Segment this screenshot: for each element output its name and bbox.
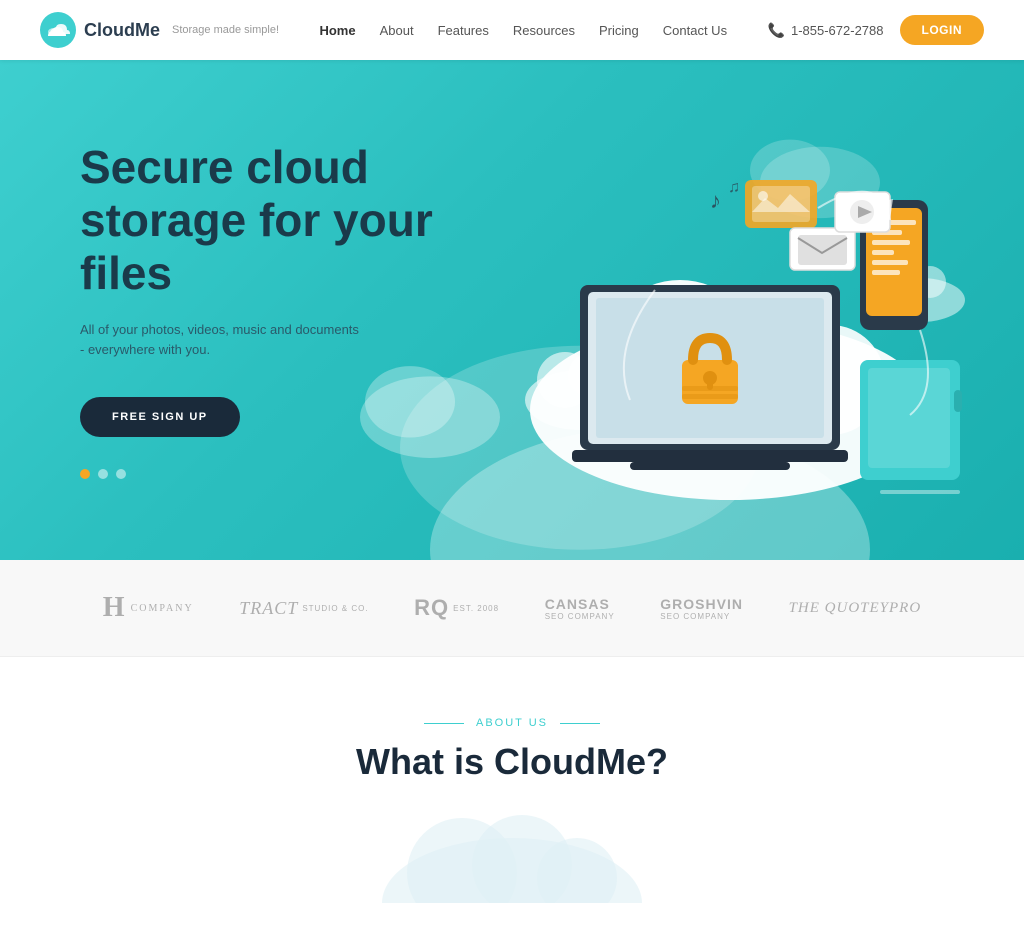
hero-section: Secure cloud storage for your files All …: [0, 60, 1024, 560]
main-nav: Home About Features Resources Pricing Co…: [319, 23, 727, 38]
bottom-cloud: [80, 803, 944, 903]
nav-pricing[interactable]: Pricing: [599, 23, 639, 38]
hero-illustration: ♪ ♫: [500, 120, 944, 500]
hero-dot-2[interactable]: [98, 469, 108, 479]
phone-area: 📞 1-855-672-2788: [768, 22, 884, 39]
about-label: ABOUT US: [80, 717, 944, 729]
logo-tagline: Storage made simple!: [172, 24, 279, 36]
hero-illustration-svg: ♪ ♫: [500, 120, 1020, 500]
cloudme-logo-icon: [40, 12, 76, 48]
partner-logo-rq: RQ EST. 2008: [414, 595, 499, 621]
about-section: ABOUT US What is CloudMe?: [0, 657, 1024, 943]
svg-text:♪: ♪: [710, 188, 721, 213]
hero-dots: [80, 469, 500, 479]
hero-content: Secure cloud storage for your files All …: [80, 141, 500, 479]
logo-name: CloudMe: [84, 20, 160, 41]
header: CloudMe Storage made simple! Home About …: [0, 0, 1024, 60]
hero-subtitle: All of your photos, videos, music and do…: [80, 320, 360, 362]
hero-dot-1[interactable]: [80, 469, 90, 479]
logos-strip: H COMPANY tract STUDIO & CO. RQ EST. 200…: [0, 560, 1024, 657]
hero-dot-3[interactable]: [116, 469, 126, 479]
nav-contact[interactable]: Contact Us: [663, 23, 727, 38]
nav-home[interactable]: Home: [319, 23, 355, 38]
login-button[interactable]: LOGIN: [900, 15, 985, 45]
hero-cta-button[interactable]: FREE SIGN UP: [80, 397, 240, 437]
logo-area: CloudMe Storage made simple!: [40, 12, 279, 48]
hero-title: Secure cloud storage for your files: [80, 141, 500, 300]
header-right: 📞 1-855-672-2788 LOGIN: [768, 15, 984, 45]
partner-logo-quote: The Quoteypro: [789, 600, 922, 617]
about-title: What is CloudMe?: [80, 741, 944, 783]
nav-features[interactable]: Features: [438, 23, 489, 38]
partner-logo-h: H COMPANY: [103, 592, 194, 624]
phone-number: 1-855-672-2788: [791, 23, 884, 38]
bottom-cloud-svg: [362, 803, 662, 903]
svg-text:♫: ♫: [728, 179, 740, 196]
nav-resources[interactable]: Resources: [513, 23, 575, 38]
nav-about[interactable]: About: [380, 23, 414, 38]
partner-logo-tract: tract STUDIO & CO.: [239, 598, 368, 619]
phone-icon: 📞: [768, 22, 785, 39]
partner-logo-groshvin: GROSHVIN SEO COMPANY: [660, 596, 743, 621]
partner-logo-cansas: CANSAS SEO COMPANY: [545, 596, 615, 621]
